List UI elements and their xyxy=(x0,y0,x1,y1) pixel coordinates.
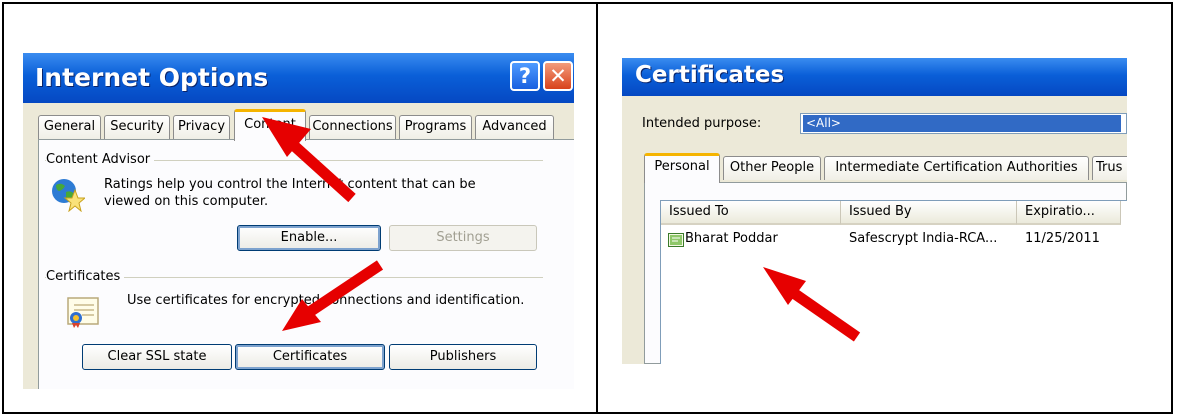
content-advisor-description-line1: Ratings help you control the Internet co… xyxy=(104,177,476,192)
close-button[interactable]: ✕ xyxy=(543,61,573,91)
intended-purpose-select[interactable]: <All> xyxy=(800,113,1127,134)
certificates-button[interactable]: Certificates xyxy=(235,344,385,370)
tab-advanced[interactable]: Advanced xyxy=(475,115,554,139)
cell-expiration: 11/25/2011 xyxy=(1025,231,1100,246)
tab-trusted-truncated[interactable]: Trus xyxy=(1092,156,1127,180)
certificate-icon xyxy=(66,296,100,328)
title-bar[interactable]: Internet Options ? ✕ xyxy=(23,53,574,103)
tab-other-people[interactable]: Other People xyxy=(723,156,821,180)
content-advisor-globe-icon xyxy=(49,176,87,213)
certificates-dialog: Certificates Intended purpose: <All> Per… xyxy=(622,58,1127,364)
intended-purpose-value: <All> xyxy=(803,115,1121,132)
tab-intermediate-authorities[interactable]: Intermediate Certification Authorities xyxy=(824,156,1089,180)
cell-issued-by: Safescrypt India-RCA... xyxy=(849,231,998,246)
publishers-button[interactable]: Publishers xyxy=(389,344,537,370)
certificate-row-icon xyxy=(668,232,684,247)
help-button[interactable]: ? xyxy=(510,61,540,91)
tab-security[interactable]: Security xyxy=(104,115,170,139)
tab-general[interactable]: General xyxy=(38,115,101,139)
content-advisor-description-line2: viewed on this computer. xyxy=(104,194,269,209)
content-tab-panel: Content Advisor Ratings help you control… xyxy=(38,139,574,389)
tab-connections[interactable]: Connections xyxy=(309,115,396,139)
intended-purpose-label: Intended purpose: xyxy=(642,116,762,131)
clear-ssl-state-button[interactable]: Clear SSL state xyxy=(82,344,232,370)
content-advisor-label: Content Advisor xyxy=(46,152,155,167)
certificates-title: Certificates xyxy=(635,62,785,88)
certificates-title-bar[interactable]: Certificates xyxy=(622,58,1127,96)
tab-content[interactable]: Content xyxy=(234,109,306,141)
frame-divider xyxy=(596,2,598,414)
enable-button[interactable]: Enable... xyxy=(237,225,381,251)
cell-issued-to: Bharat Poddar xyxy=(685,231,778,246)
personal-tab-panel: Issued To Issued By Expiratio... Bharat … xyxy=(644,182,1127,364)
tab-privacy[interactable]: Privacy xyxy=(173,115,230,139)
certificates-group-label: Certificates xyxy=(46,269,125,284)
internet-options-dialog: Internet Options ? ✕ General Security Pr… xyxy=(23,53,574,389)
certificate-list[interactable]: Issued To Issued By Expiratio... Bharat … xyxy=(660,200,1127,364)
table-row[interactable]: Bharat Poddar Safescrypt India-RCA... 11… xyxy=(661,201,1127,251)
dialog-title: Internet Options xyxy=(35,63,269,92)
tab-personal[interactable]: Personal xyxy=(644,153,720,183)
settings-button[interactable]: Settings xyxy=(389,225,537,251)
tab-programs[interactable]: Programs xyxy=(399,115,472,139)
certificates-description: Use certificates for encrypted connectio… xyxy=(127,293,525,308)
